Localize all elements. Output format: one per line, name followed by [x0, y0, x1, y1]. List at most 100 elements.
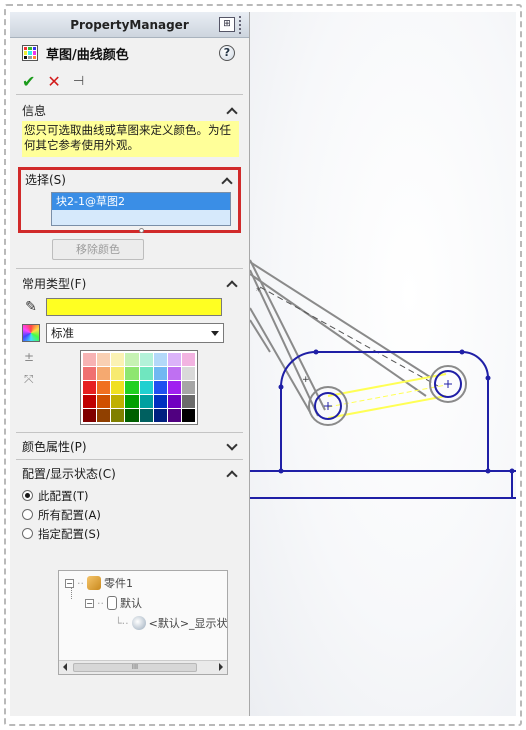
color-swatch[interactable] — [111, 395, 125, 408]
vertex — [278, 468, 284, 474]
info-section-header[interactable]: 信息 — [10, 99, 249, 121]
color-swatch[interactable] — [153, 353, 167, 366]
selection-section-header[interactable]: 选择(S) — [21, 170, 238, 189]
resize-handle[interactable] — [139, 228, 144, 233]
radio-all-configs[interactable]: 所有配置(A) — [10, 505, 249, 524]
color-swatch[interactable] — [97, 367, 111, 380]
color-swatch[interactable] — [111, 367, 125, 380]
color-swatch[interactable] — [111, 353, 125, 366]
palette-select[interactable]: 标准 — [46, 323, 224, 343]
color-swatch[interactable] — [97, 353, 111, 366]
radio-button[interactable] — [22, 509, 33, 520]
color-swatch[interactable] — [153, 367, 167, 380]
pm-grip-handle[interactable] — [239, 16, 247, 34]
collapse-chevron-icon[interactable] — [227, 105, 237, 115]
color-swatch[interactable] — [97, 409, 111, 422]
color-swatch[interactable] — [125, 367, 139, 380]
collapse-chevron-icon[interactable] — [227, 278, 237, 288]
color-swatch[interactable] — [83, 395, 97, 408]
add-swatch-icon[interactable]: ± — [24, 350, 34, 364]
graphics-area[interactable]: * + — [250, 12, 516, 716]
palette-select-value: 标准 — [51, 326, 74, 340]
color-properties-header[interactable]: 颜色属性(P) — [10, 433, 249, 459]
color-swatch[interactable] — [125, 381, 139, 394]
color-swatch[interactable] — [181, 395, 195, 408]
sketch-drawing[interactable]: * + — [250, 12, 516, 716]
color-swatch[interactable] — [83, 409, 97, 422]
color-swatch[interactable] — [181, 353, 195, 366]
color-swatch[interactable] — [125, 353, 139, 366]
color-swatch[interactable] — [153, 409, 167, 422]
point-marker: + — [302, 375, 310, 385]
color-swatch[interactable] — [139, 381, 153, 394]
construction-line — [250, 273, 427, 397]
color-swatch[interactable] — [153, 381, 167, 394]
color-swatch[interactable] — [125, 409, 139, 422]
keep-visible-pushpin-icon[interactable]: ⊣ — [73, 74, 84, 89]
remove-color-button[interactable]: 移除颜色 — [52, 239, 144, 260]
selection-heading: 选择(S) — [25, 173, 66, 187]
tree-node-config[interactable]: − ·· 默认 — [85, 595, 142, 611]
color-swatch[interactable] — [139, 409, 153, 422]
scroll-right-icon[interactable] — [219, 663, 223, 671]
scroll-thumb[interactable]: III — [73, 663, 197, 672]
color-swatch[interactable] — [181, 381, 195, 394]
config-tree: − ·· 零件1 − ·· 默认 └·· <默认>_显示状 III — [58, 570, 228, 675]
tree-collapse-icon[interactable]: − — [65, 578, 74, 588]
tree-node-part[interactable]: − ·· 零件1 — [65, 575, 133, 591]
chevron-down-icon[interactable] — [211, 330, 219, 336]
eyedropper-icon[interactable]: ✎ — [22, 299, 40, 315]
color-swatch[interactable] — [83, 353, 97, 366]
collapse-chevron-icon[interactable] — [227, 468, 237, 478]
radio-label: 此配置(T) — [38, 488, 89, 503]
color-swatch[interactable] — [153, 395, 167, 408]
ok-button[interactable]: ✔ — [22, 72, 35, 91]
part-icon — [87, 576, 101, 590]
color-swatch[interactable] — [167, 381, 181, 394]
color-swatch[interactable] — [181, 409, 195, 422]
cancel-button[interactable]: ✕ — [47, 72, 60, 91]
tree-collapse-icon[interactable]: − — [85, 598, 94, 608]
color-swatch[interactable] — [167, 353, 181, 366]
palette-row: 标准 — [10, 320, 249, 346]
scroll-left-icon[interactable] — [63, 663, 67, 671]
color-swatch[interactable] — [111, 409, 125, 422]
tree-node-display[interactable]: └·· <默认>_显示状 — [115, 615, 228, 631]
remove-swatch-icon[interactable]: ⤧ — [24, 372, 34, 387]
palette-icon — [22, 324, 40, 342]
color-swatch[interactable] — [97, 381, 111, 394]
selected-entity-item[interactable]: 块2-1@草图2 — [52, 193, 230, 210]
color-swatch[interactable] — [167, 409, 181, 422]
swatch-area: ± ⤧ — [10, 346, 249, 432]
tree-label-config: 默认 — [120, 597, 142, 610]
color-swatch[interactable] — [139, 395, 153, 408]
pm-pin-icon[interactable]: ⊞ — [219, 17, 235, 32]
radio-button[interactable] — [22, 528, 33, 539]
config-header[interactable]: 配置/显示状态(C) — [10, 460, 249, 486]
color-swatch[interactable] — [125, 395, 139, 408]
color-swatch[interactable] — [111, 381, 125, 394]
color-swatch[interactable] — [97, 395, 111, 408]
radio-specified-config[interactable]: 指定配置(S) — [10, 524, 249, 543]
collapse-chevron-icon[interactable] — [222, 175, 232, 185]
tree-horizontal-scrollbar[interactable]: III — [59, 660, 227, 674]
config-heading: 配置/显示状态(C) — [22, 466, 116, 481]
current-color-field[interactable] — [46, 298, 222, 316]
configuration-icon — [107, 596, 117, 610]
color-swatch[interactable] — [181, 367, 195, 380]
radio-this-config[interactable]: 此配置(T) — [10, 486, 249, 505]
color-swatch[interactable] — [83, 381, 97, 394]
info-heading: 信息 — [22, 103, 47, 118]
color-swatch-grid[interactable] — [80, 350, 198, 425]
color-swatch[interactable] — [139, 353, 153, 366]
radio-button[interactable] — [22, 490, 33, 501]
expand-chevron-icon[interactable] — [227, 441, 237, 451]
color-swatch[interactable] — [167, 367, 181, 380]
common-types-header[interactable]: 常用类型(F) — [10, 272, 249, 294]
color-swatch[interactable] — [83, 367, 97, 380]
selection-listbox[interactable]: 块2-1@草图2 — [51, 192, 231, 226]
color-swatch[interactable] — [139, 367, 153, 380]
color-swatch[interactable] — [167, 395, 181, 408]
help-icon[interactable]: ? — [219, 45, 235, 61]
display-state-icon — [131, 616, 146, 630]
